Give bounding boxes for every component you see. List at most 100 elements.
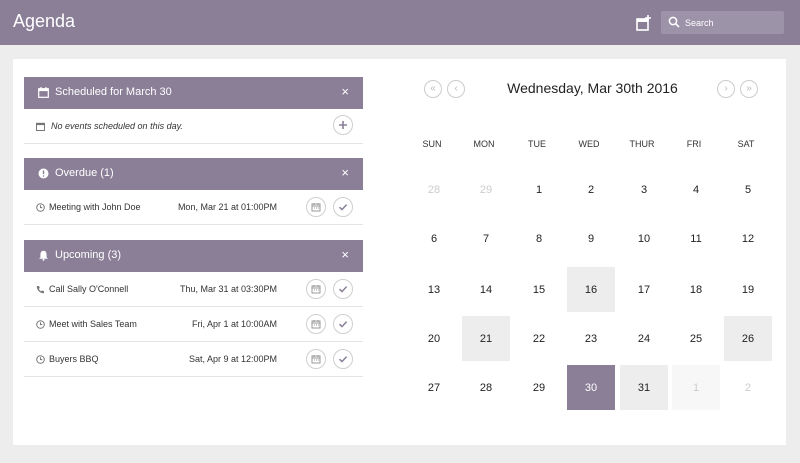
next-month-button[interactable]: › bbox=[717, 80, 735, 98]
clock-icon bbox=[36, 203, 45, 212]
reschedule-button[interactable] bbox=[306, 349, 326, 369]
upcoming-close-button[interactable]: × bbox=[341, 247, 349, 262]
search-input[interactable] bbox=[685, 14, 780, 31]
complete-button[interactable] bbox=[333, 197, 353, 217]
reschedule-button[interactable] bbox=[306, 314, 326, 334]
add-event-button[interactable] bbox=[333, 115, 353, 135]
complete-button[interactable] bbox=[333, 279, 353, 299]
clock-icon bbox=[36, 355, 45, 364]
scheduled-header: Scheduled for March 30 × bbox=[24, 77, 363, 109]
calendar-day-cell[interactable]: 19 bbox=[724, 267, 772, 312]
calendar-day-cell[interactable]: 21 bbox=[462, 316, 510, 361]
calendar-day-cell[interactable]: 1 bbox=[515, 167, 563, 212]
calendar-day-cell[interactable]: 13 bbox=[410, 267, 458, 312]
calendar-day-cell[interactable]: 25 bbox=[672, 316, 720, 361]
calendar-day-cell[interactable]: 29 bbox=[462, 167, 510, 212]
overdue-close-button[interactable]: × bbox=[341, 165, 349, 180]
calendar-day-cell[interactable]: 17 bbox=[620, 267, 668, 312]
calendar-icon bbox=[311, 320, 321, 329]
calendar-day-cell[interactable]: 16 bbox=[567, 267, 615, 312]
event-time: Sat, Apr 9 at 12:00PM bbox=[188, 354, 277, 364]
top-bar: Agenda bbox=[0, 0, 800, 45]
list-item[interactable]: Meet with Sales Team Fri, Apr 1 at 10:00… bbox=[24, 307, 363, 342]
exclamation-circle-icon bbox=[38, 168, 49, 179]
calendar-day-cell[interactable]: 3 bbox=[620, 167, 668, 212]
empty-row: No events scheduled on this day. bbox=[24, 109, 363, 144]
phone-icon bbox=[36, 286, 44, 294]
search-box[interactable] bbox=[661, 11, 784, 34]
app-title: Agenda bbox=[13, 11, 76, 31]
calendar-day-cell[interactable]: 24 bbox=[620, 316, 668, 361]
calendar-plus-icon[interactable] bbox=[636, 15, 652, 31]
event-time: Fri, Apr 1 at 10:00AM bbox=[191, 319, 277, 329]
complete-button[interactable] bbox=[333, 314, 353, 334]
weekday-label: WED bbox=[578, 139, 600, 149]
empty-message: No events scheduled on this day. bbox=[51, 121, 183, 131]
calendar-day-cell[interactable]: 5 bbox=[724, 167, 772, 212]
calendar-day-cell[interactable]: 29 bbox=[515, 365, 563, 410]
calendar-day-cell[interactable]: 14 bbox=[462, 267, 510, 312]
complete-button[interactable] bbox=[333, 349, 353, 369]
plus-icon bbox=[339, 121, 347, 129]
clock-icon bbox=[36, 320, 45, 329]
calendar-icon bbox=[311, 203, 321, 212]
calendar-icon bbox=[38, 87, 49, 98]
calendar-day-cell[interactable]: 10 bbox=[620, 216, 668, 261]
check-icon bbox=[338, 321, 348, 328]
scheduled-section: Scheduled for March 30 × No events sched… bbox=[24, 77, 363, 144]
event-name: Call Sally O'Connell bbox=[49, 284, 129, 294]
next-year-button[interactable]: » bbox=[740, 80, 758, 98]
upcoming-header: Upcoming (3) × bbox=[24, 240, 363, 272]
reschedule-button[interactable] bbox=[306, 279, 326, 299]
calendar-day-cell[interactable]: 7 bbox=[462, 216, 510, 261]
event-name: Meet with Sales Team bbox=[49, 319, 137, 329]
overdue-title: Overdue (1) bbox=[55, 167, 114, 179]
calendar-day-cell[interactable]: 15 bbox=[515, 267, 563, 312]
bell-icon bbox=[39, 250, 48, 261]
list-item[interactable]: Buyers BBQ Sat, Apr 9 at 12:00PM bbox=[24, 342, 363, 377]
check-icon bbox=[338, 204, 348, 211]
calendar-icon bbox=[311, 355, 321, 364]
scheduled-close-button[interactable]: × bbox=[341, 84, 349, 99]
check-icon bbox=[338, 356, 348, 363]
calendar-day-cell[interactable]: 8 bbox=[515, 216, 563, 261]
calendar-day-cell[interactable]: 4 bbox=[672, 167, 720, 212]
weekday-label: SAT bbox=[737, 139, 755, 149]
reschedule-button[interactable] bbox=[306, 197, 326, 217]
search-icon bbox=[668, 16, 680, 28]
calendar-day-cell[interactable]: 31 bbox=[620, 365, 668, 410]
prev-month-button[interactable]: ‹ bbox=[447, 80, 465, 98]
event-time: Mon, Mar 21 at 01:00PM bbox=[177, 202, 277, 212]
event-time: Thu, Mar 31 at 03:30PM bbox=[179, 284, 277, 294]
calendar-day-cell[interactable]: 27 bbox=[410, 365, 458, 410]
weekday-label: THUR bbox=[629, 139, 655, 149]
calendar-day-cell[interactable]: 2 bbox=[724, 365, 772, 410]
calendar-day-cell[interactable]: 9 bbox=[567, 216, 615, 261]
calendar-day-cell[interactable]: 2 bbox=[567, 167, 615, 212]
event-name: Meeting with John Doe bbox=[49, 202, 141, 212]
calendar-day-cell[interactable]: 20 bbox=[410, 316, 458, 361]
calendar-title: Wednesday, Mar 30th 2016 bbox=[507, 80, 678, 96]
calendar-day-cell[interactable]: 18 bbox=[672, 267, 720, 312]
calendar-day-cell[interactable]: 28 bbox=[462, 365, 510, 410]
list-item[interactable]: Meeting with John Doe Mon, Mar 21 at 01:… bbox=[24, 190, 363, 225]
calendar-icon bbox=[311, 285, 321, 294]
calendar-day-cell[interactable]: 23 bbox=[567, 316, 615, 361]
weekday-label: SUN bbox=[422, 139, 442, 149]
weekday-label: FRI bbox=[686, 139, 702, 149]
calendar-day-cell[interactable]: 6 bbox=[410, 216, 458, 261]
calendar-day-cell[interactable]: 12 bbox=[724, 216, 772, 261]
weekday-label: TUE bbox=[528, 139, 546, 149]
calendar-day-cell[interactable]: 22 bbox=[515, 316, 563, 361]
list-item[interactable]: Call Sally O'Connell Thu, Mar 31 at 03:3… bbox=[24, 272, 363, 307]
calendar-day-cell[interactable]: 1 bbox=[672, 365, 720, 410]
calendar-day-cell[interactable]: 28 bbox=[410, 167, 458, 212]
selected-day-cell[interactable]: 30 bbox=[567, 365, 615, 410]
calendar-day-cell[interactable]: 11 bbox=[672, 216, 720, 261]
prev-year-button[interactable]: « bbox=[424, 80, 442, 98]
calendar-day-cell[interactable]: 26 bbox=[724, 316, 772, 361]
weekday-label: MON bbox=[473, 139, 495, 149]
upcoming-section: Upcoming (3) × Call Sally O'Connell Thu,… bbox=[24, 240, 363, 377]
overdue-header: Overdue (1) × bbox=[24, 158, 363, 190]
check-icon bbox=[338, 286, 348, 293]
